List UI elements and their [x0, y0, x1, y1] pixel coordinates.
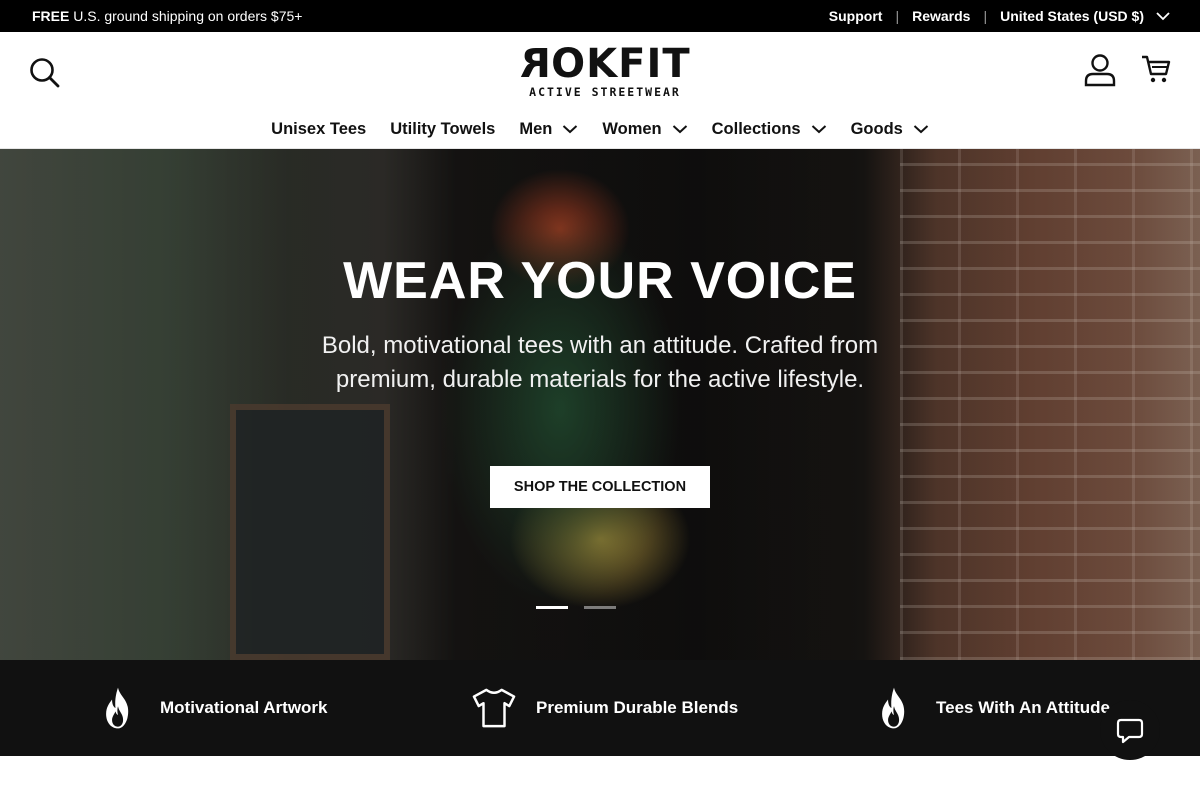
hero-background-menu-board: [230, 404, 390, 660]
nav-label: Collections: [711, 119, 801, 138]
nav-unisex-tees[interactable]: Unisex Tees: [271, 120, 366, 139]
chat-bubble-icon: [1116, 718, 1144, 744]
site-header: ROKFIT ACTIVE STREETWEAR Unisex Tees Uti…: [0, 32, 1200, 149]
chevron-down-icon: [913, 125, 929, 134]
chevron-down-icon: [672, 125, 687, 134]
region-label: United States (USD $): [1000, 8, 1144, 24]
nav-men[interactable]: Men: [519, 120, 578, 139]
tshirt-icon: [472, 688, 516, 728]
logo-letters: OKFIT: [551, 41, 691, 87]
logo-tagline: ACTIVE STREETWEAR: [529, 85, 681, 99]
separator: |: [895, 8, 900, 24]
feature-label: Motivational Artwork: [160, 698, 328, 717]
nav-label: Utility Towels: [390, 119, 496, 138]
announcement-bar: FREE U.S. ground shipping on orders $75+…: [0, 0, 1200, 32]
nav-label: Women: [602, 119, 662, 138]
chevron-down-icon: [1156, 12, 1170, 21]
support-link[interactable]: Support: [829, 8, 883, 24]
account-icon: [1084, 54, 1116, 87]
main-nav: Unisex Tees Utility Towels Men Women Col…: [0, 116, 1200, 142]
chevron-down-icon: [563, 125, 578, 134]
logo-letter-r: R: [519, 41, 552, 87]
separator: |: [983, 8, 988, 24]
slide-dot-1[interactable]: [536, 606, 568, 609]
hero-title: WEAR YOUR VOICE: [343, 252, 857, 310]
nav-collections[interactable]: Collections: [712, 120, 827, 139]
chevron-down-icon: [811, 125, 826, 134]
rewards-link[interactable]: Rewards: [912, 8, 970, 24]
nav-label: Goods: [850, 119, 903, 138]
feature-motivational-artwork: Motivational Artwork: [92, 682, 328, 734]
feature-tees-with-attitude: Tees With An Attitude: [868, 682, 1110, 734]
shipping-text: U.S. ground shipping on orders $75+: [73, 8, 303, 24]
nav-label: Men: [519, 119, 553, 138]
nav-women[interactable]: Women: [602, 120, 687, 139]
account-button[interactable]: [1082, 52, 1118, 88]
search-button[interactable]: [28, 56, 62, 90]
free-label: FREE: [32, 8, 70, 24]
chat-button[interactable]: [1100, 700, 1160, 760]
nav-goods[interactable]: Goods: [851, 120, 929, 139]
logo-wordmark: ROKFIT: [500, 41, 710, 87]
features-bar: Motivational Artwork Premium Durable Ble…: [0, 660, 1200, 756]
slideshow-dots: [536, 606, 616, 609]
feature-premium-durable-blends: Premium Durable Blends: [468, 682, 738, 734]
slide-dot-2[interactable]: [584, 606, 616, 609]
shop-collection-button[interactable]: SHOP THE COLLECTION: [490, 466, 710, 508]
nav-utility-towels[interactable]: Utility Towels: [390, 120, 495, 139]
hero-banner: WEAR YOUR VOICE Bold, motivational tees …: [0, 149, 1200, 660]
hero-content: WEAR YOUR VOICE Bold, motivational tees …: [300, 249, 900, 397]
nav-label: Unisex Tees: [271, 119, 367, 138]
shipping-announcement: FREE U.S. ground shipping on orders $75+: [32, 8, 302, 24]
region-selector[interactable]: United States (USD $): [1000, 8, 1170, 24]
hero-subtitle: Bold, motivational tees with an attitude…: [321, 332, 879, 393]
feature-label: Premium Durable Blends: [536, 698, 739, 717]
flame-icon: [106, 687, 129, 729]
site-logo[interactable]: ROKFIT ACTIVE STREETWEAR: [500, 41, 710, 99]
hero-background-brick: [900, 149, 1200, 660]
cart-icon: [1142, 55, 1171, 83]
flame-icon: [882, 687, 905, 729]
feature-label: Tees With An Attitude: [936, 698, 1110, 717]
search-icon: [30, 58, 60, 88]
utility-links: Support | Rewards | United States (USD $…: [829, 8, 1170, 24]
cart-button[interactable]: [1139, 52, 1173, 86]
